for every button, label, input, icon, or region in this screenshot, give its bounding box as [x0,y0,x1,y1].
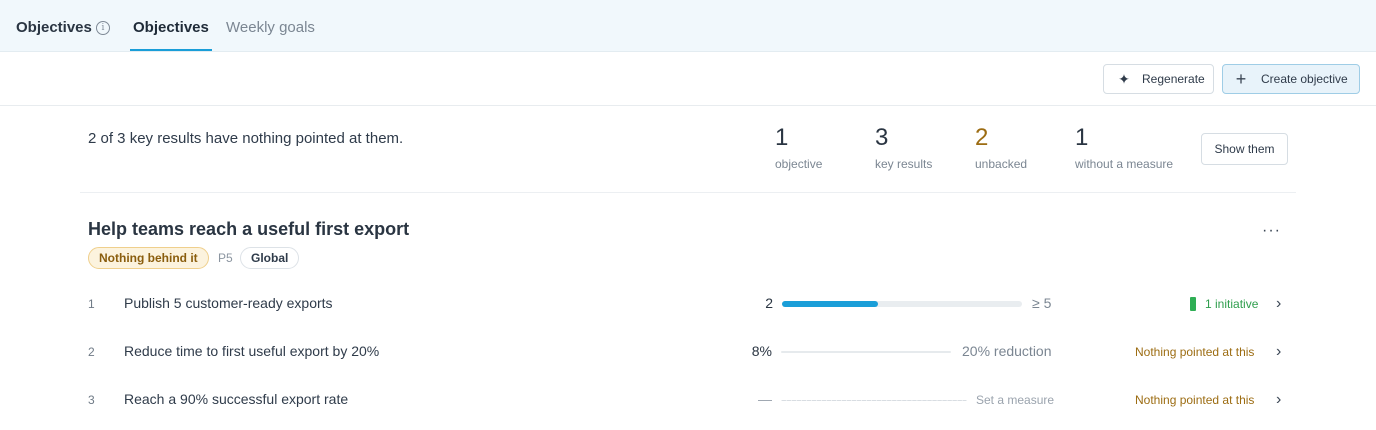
summary-text: 2 of 3 key results have nothing pointed … [88,130,404,147]
key-result-number: 2 [88,345,95,359]
stat-objectives-value: 1 [775,124,789,151]
active-tab-indicator [130,49,212,51]
key-result-number: 1 [88,297,95,311]
key-result-target: ≥ 5 [1032,295,1052,311]
key-result-text: Reduce time to first useful export by 20… [124,343,380,359]
top-bar: Objectives i Objectives Weekly goals [0,0,1376,52]
create-objective-button[interactable]: + Create objective [1222,64,1360,94]
chevron-right-icon[interactable]: › [1276,391,1281,409]
stat-key-results-label: key results [875,157,933,171]
key-result-row[interactable]: 1 Publish 5 customer-ready exports 2 ≥ 5… [0,292,1376,316]
set-measure-link[interactable]: Set a measure [976,393,1054,407]
key-result-status[interactable]: Nothing pointed at this [1135,393,1254,407]
more-options-icon[interactable]: ··· [1262,222,1281,240]
key-result-text: Reach a 90% successful export rate [124,391,349,407]
scope-badge: Global [240,247,300,269]
sparkle-icon: ✦ [1118,70,1130,87]
key-result-status[interactable]: 1 initiative [1205,297,1258,311]
page-title: Objectives [16,19,92,36]
create-objective-label: Create objective [1261,72,1348,86]
key-result-row[interactable]: 2 Reduce time to first useful export by … [0,340,1376,364]
stat-objectives-label: objective [775,157,823,171]
key-result-status[interactable]: Nothing pointed at this [1135,345,1254,359]
key-result-row[interactable]: 3 Reach a 90% successful export rate — S… [0,388,1376,412]
key-result-current: 8% [751,343,772,359]
stat-unbacked-value: 2 [975,124,989,151]
progress-fill [782,301,878,307]
stat-unbacked-label: unbacked [975,157,1028,171]
info-icon[interactable]: i [96,21,110,35]
key-result-current: 2 [765,295,773,311]
key-result-text: Publish 5 customer-ready exports [124,295,333,311]
show-them-button[interactable]: Show them [1201,133,1288,165]
key-result-target: 20% reduction [962,343,1052,359]
progress-track [782,301,1022,307]
key-result-current: — [758,391,772,407]
chevron-right-icon[interactable]: › [1276,295,1281,313]
stat-key-results-value: 3 [875,124,889,151]
key-result-number: 3 [88,393,95,407]
objective-title[interactable]: Help teams reach a useful first export [88,219,409,240]
progress-track [781,400,967,401]
initiative-status-icon [1190,297,1196,311]
plus-icon: + [1235,68,1247,89]
stat-without-measure-value: 1 [1075,124,1089,151]
tab-weekly-goals[interactable]: Weekly goals [226,19,315,36]
stat-without-measure-label: without a measure [1075,157,1174,171]
regenerate-button[interactable]: ✦ Regenerate [1103,64,1214,94]
chevron-right-icon[interactable]: › [1276,343,1281,361]
status-badge: Nothing behind it [88,247,209,269]
divider [80,192,1296,193]
tab-objectives[interactable]: Objectives [133,19,209,36]
priority-badge: P5 [218,251,233,265]
progress-track [781,351,951,353]
toolbar: ✦ Regenerate + Create objective [0,53,1376,106]
regenerate-label: Regenerate [1142,72,1205,86]
